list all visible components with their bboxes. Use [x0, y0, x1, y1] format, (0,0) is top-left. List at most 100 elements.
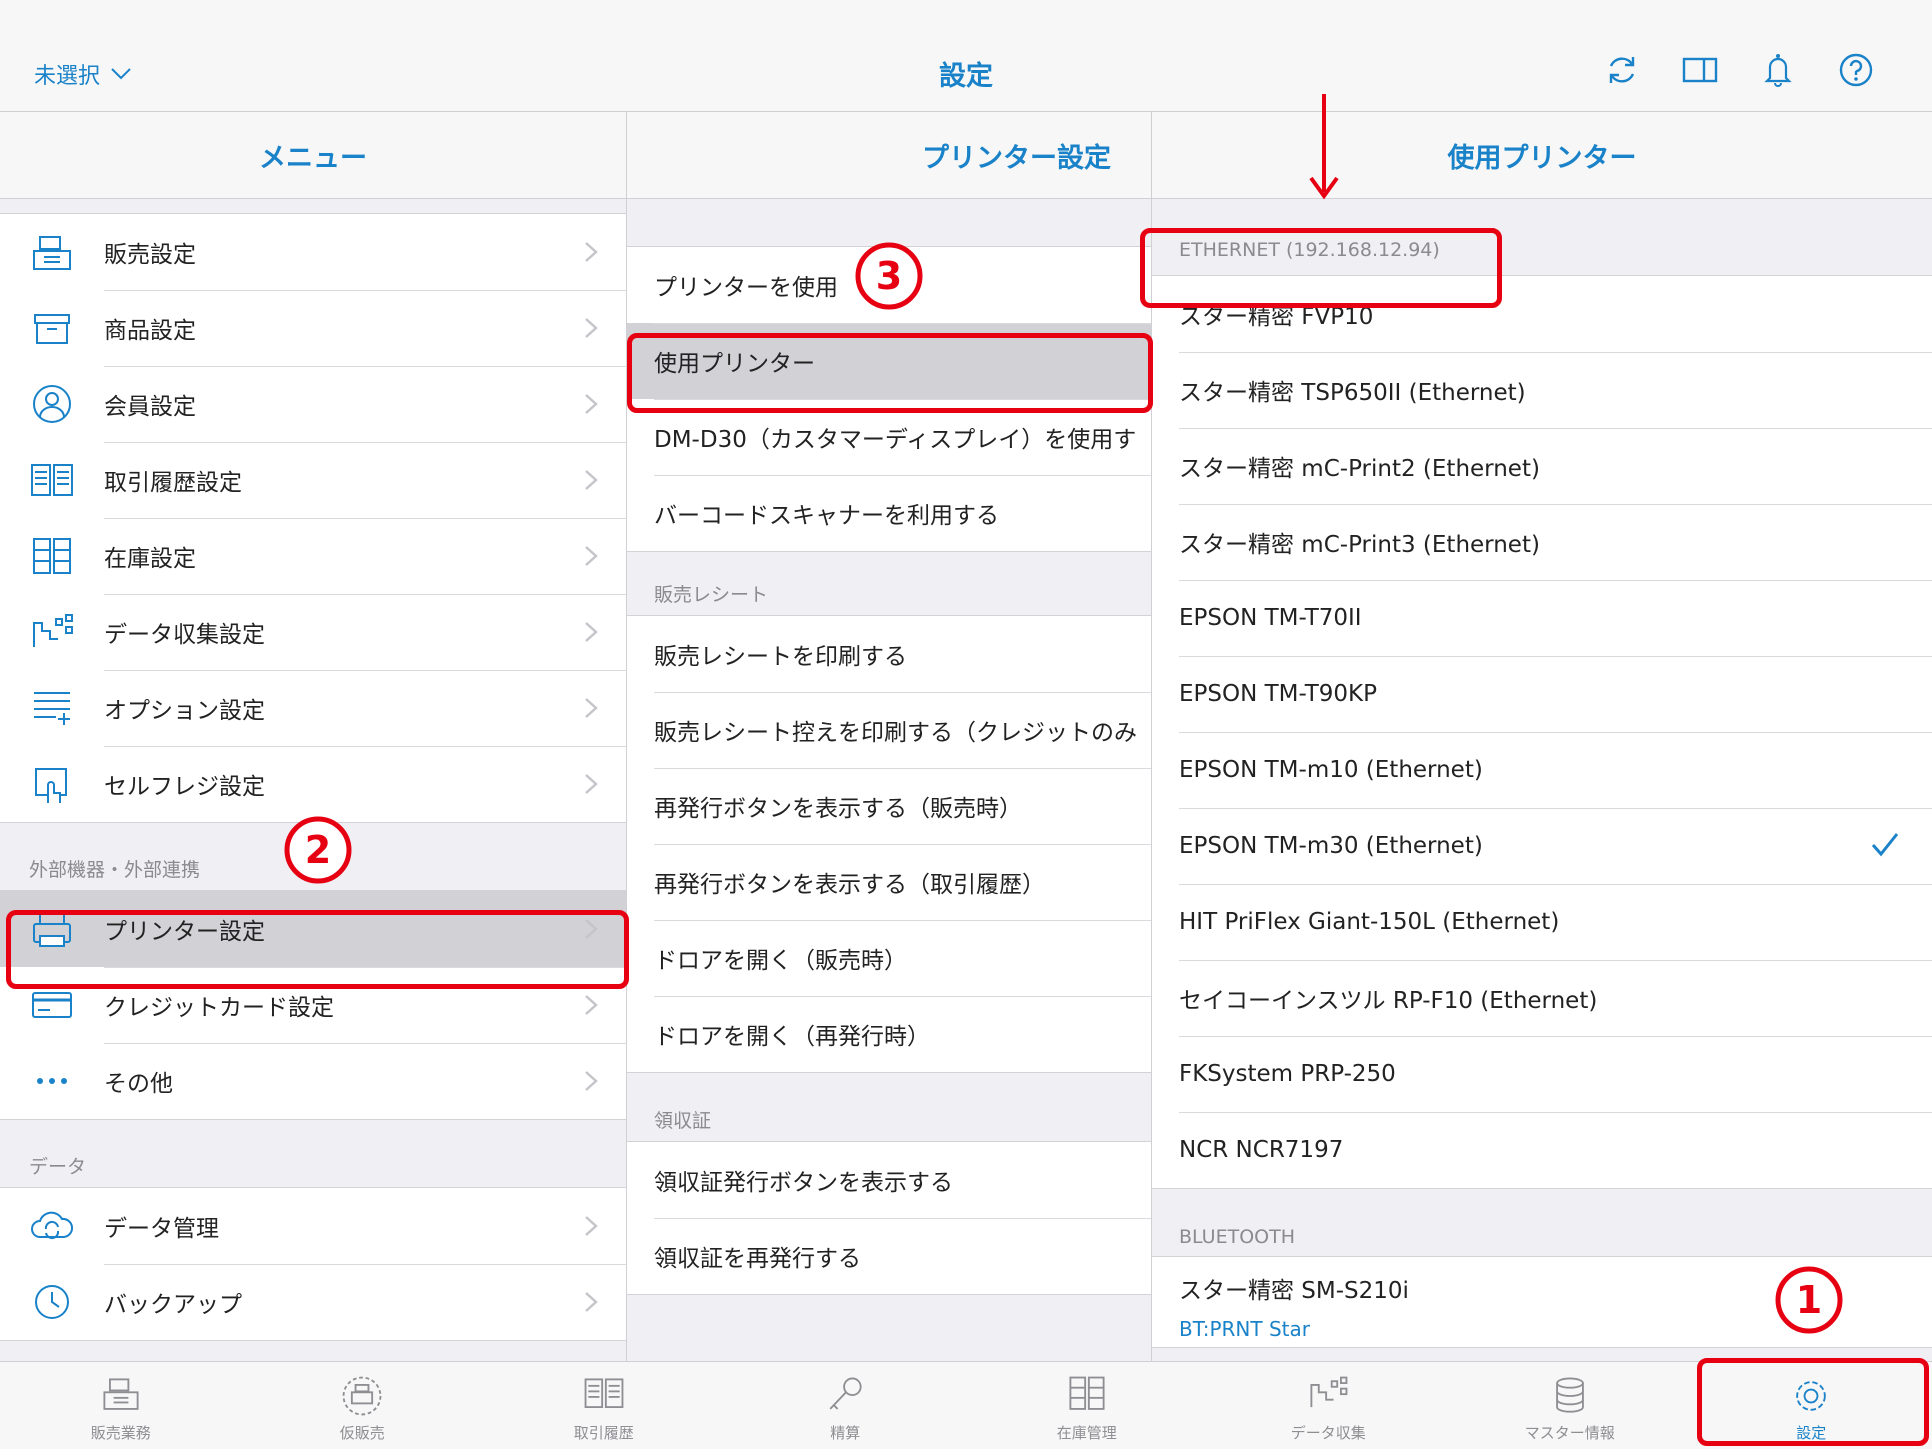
receipt-setting-item-label: ドロアを開く（販売時） — [654, 948, 907, 974]
menu-item[interactable]: 商品設定 — [0, 290, 626, 366]
box-icon — [26, 307, 78, 349]
chevron-right-icon — [584, 545, 598, 567]
tab-register[interactable]: 販売業務 — [0, 1362, 242, 1449]
receipt-setting-item[interactable]: ドロアを開く（販売時） — [627, 920, 1151, 996]
invoice-setting-item[interactable]: 領収証を再発行する — [627, 1218, 1151, 1294]
invoice-setting-item-label: 領収証発行ボタンを表示する — [654, 1170, 953, 1196]
tab-temp-register[interactable]: 仮販売 — [242, 1362, 484, 1449]
printer-option-label: スター精密 SM-S210i — [1179, 1278, 1409, 1304]
printer-setting-item-label: バーコードスキャナーを利用する — [654, 503, 999, 529]
use-printer-header: 使用プリンター — [1152, 112, 1932, 199]
tab-label: 精算 — [830, 1424, 861, 1442]
printer-option[interactable]: スター精密 mC-Print2 (Ethernet) — [1152, 428, 1932, 504]
down-arrow-icon — [1309, 92, 1339, 202]
section-data-label: データ — [29, 1156, 87, 1178]
key-icon — [829, 1377, 862, 1410]
tab-cabinet[interactable]: 在庫管理 — [966, 1362, 1208, 1449]
printer-option[interactable]: スター精密 mC-Print3 (Ethernet) — [1152, 504, 1932, 580]
chevron-right-icon — [584, 393, 598, 415]
database-icon — [1555, 1377, 1584, 1413]
split-view-icon[interactable] — [1682, 52, 1718, 88]
svg-text:1: 1 — [1796, 1278, 1822, 1322]
section-bluetooth-label: BLUETOOTH — [1179, 1226, 1295, 1248]
menu-group-main: 販売設定商品設定会員設定 取引履歴設定 在庫設定データ収集設定オプション設定セルフレ… — [0, 213, 626, 823]
clock-icon — [26, 1281, 78, 1323]
receipt-setting-item[interactable]: 再発行ボタンを表示する（販売時） — [627, 768, 1151, 844]
annotation-box-ethernet — [1140, 228, 1502, 308]
printer-setting-item-label: DM-D30（カスタマーディスプレイ）を使用す — [654, 427, 1137, 453]
chevron-right-icon — [584, 317, 598, 339]
annotation-box-use-printer — [627, 333, 1153, 413]
tab-bar: 販売業務 仮販売 取引履歴 精算 在庫管理 データ収集 マスター情報 設定 — [0, 1361, 1932, 1449]
menu-item[interactable]: セルフレジ設定 — [0, 746, 626, 822]
step2-marker: 2 — [283, 815, 353, 885]
tab-book[interactable]: 取引履歴 — [483, 1362, 725, 1449]
receipt-setting-item[interactable]: ドロアを開く（再発行時） — [627, 996, 1151, 1072]
menu-item[interactable]: データ管理 — [0, 1188, 626, 1264]
menu-column: メニュー 販売設定 商品設定 会員設定 取引履歴設定 在庫設定 データ収集設定 オプション設… — [0, 112, 627, 1361]
menu-item[interactable]: 取引履歴設定 — [0, 442, 626, 518]
list-plus-icon — [26, 687, 78, 729]
invoice-setting-item-label: 領収証を再発行する — [654, 1246, 861, 1272]
menu-item-label: クレジットカード設定 — [104, 995, 334, 1021]
menu-item[interactable]: 在庫設定 — [0, 518, 626, 594]
annotation-box-printer-settings — [6, 910, 629, 989]
help-icon[interactable] — [1838, 52, 1874, 88]
tab-database[interactable]: マスター情報 — [1449, 1362, 1691, 1449]
menu-item[interactable]: 販売設定 — [0, 214, 626, 290]
tab-key[interactable]: 精算 — [725, 1362, 967, 1449]
annotation-box-settings-tab — [1697, 1358, 1929, 1446]
receipt-setting-item[interactable]: 再発行ボタンを表示する（取引履歴） — [627, 844, 1151, 920]
receipt-setting-item-label: 再発行ボタンを表示する（販売時） — [654, 796, 1022, 822]
printer-option[interactable]: EPSON TM-T70II — [1152, 580, 1932, 656]
cloud-sync-icon — [26, 1205, 78, 1247]
printer-settings-header: プリンター設定 — [627, 112, 1151, 199]
printer-option[interactable]: HIT PriFlex Giant-150L (Ethernet) — [1152, 884, 1932, 960]
menu-group-data: データ管理バックアップ — [0, 1187, 626, 1341]
chevron-right-icon — [584, 1291, 598, 1313]
cabinet-icon — [1069, 1376, 1105, 1410]
printer-option-label: スター精密 mC-Print2 (Ethernet) — [1179, 456, 1540, 482]
printer-setting-item[interactable]: バーコードスキャナーを利用する — [627, 475, 1151, 551]
printer-group-invoice: 領収証発行ボタンを表示する 領収証を再発行する — [627, 1141, 1151, 1295]
printer-option[interactable]: EPSON TM-T90KP — [1152, 656, 1932, 732]
printer-option[interactable]: セイコーインスツル RP-F10 (Ethernet) — [1152, 960, 1932, 1036]
svg-text:2: 2 — [305, 828, 331, 872]
bluetooth-printer-sub: BT:PRNT Star — [1179, 1317, 1310, 1341]
touch-icon — [26, 763, 78, 805]
printer-option[interactable]: スター精密 TSP650II (Ethernet) — [1152, 352, 1932, 428]
receipt-setting-item-label: 販売レシート控えを印刷する（クレジットのみ — [654, 720, 1137, 746]
bell-icon[interactable] — [1760, 52, 1796, 88]
menu-item-label: 商品設定 — [104, 318, 196, 344]
receipt-setting-item[interactable]: 販売レシートを印刷する — [627, 616, 1151, 692]
tab-chart[interactable]: データ収集 — [1208, 1362, 1450, 1449]
tab-label: 販売業務 — [90, 1424, 151, 1442]
menu-item[interactable]: オプション設定 — [0, 670, 626, 746]
printer-option[interactable]: EPSON TM-m10 (Ethernet) — [1152, 732, 1932, 808]
menu-item[interactable]: バックアップ — [0, 1264, 626, 1340]
printer-option-label: FKSystem PRP-250 — [1179, 1061, 1396, 1087]
invoice-setting-item[interactable]: 領収証発行ボタンを表示する — [627, 1142, 1151, 1218]
printer-option-label: スター精密 mC-Print3 (Ethernet) — [1179, 532, 1540, 558]
printer-option[interactable]: FKSystem PRP-250 — [1152, 1036, 1932, 1112]
menu-item-label: データ収集設定 — [104, 622, 265, 648]
menu-item-label: データ管理 — [104, 1216, 219, 1242]
printer-option[interactable]: NCR NCR7197 — [1152, 1112, 1932, 1188]
tab-label: 在庫管理 — [1056, 1424, 1117, 1442]
menu-item[interactable]: 会員設定 — [0, 366, 626, 442]
book-icon — [584, 1378, 624, 1408]
svg-text:3: 3 — [876, 254, 902, 298]
receipt-setting-item[interactable]: 販売レシート控えを印刷する（クレジットのみ — [627, 692, 1151, 768]
menu-item[interactable]: データ収集設定 — [0, 594, 626, 670]
chart-icon — [1310, 1376, 1348, 1408]
refresh-icon[interactable] — [1604, 52, 1640, 88]
chart-icon — [26, 611, 78, 653]
step3-marker: 3 — [854, 241, 924, 311]
card-icon — [26, 984, 78, 1026]
printer-option-label: EPSON TM-T90KP — [1179, 681, 1377, 707]
chevron-right-icon — [584, 621, 598, 643]
menu-item[interactable]: その他 — [0, 1043, 626, 1119]
printer-option[interactable]: EPSON TM-m30 (Ethernet) — [1152, 808, 1932, 884]
menu-item-label: セルフレジ設定 — [104, 774, 265, 800]
chevron-right-icon — [584, 241, 598, 263]
